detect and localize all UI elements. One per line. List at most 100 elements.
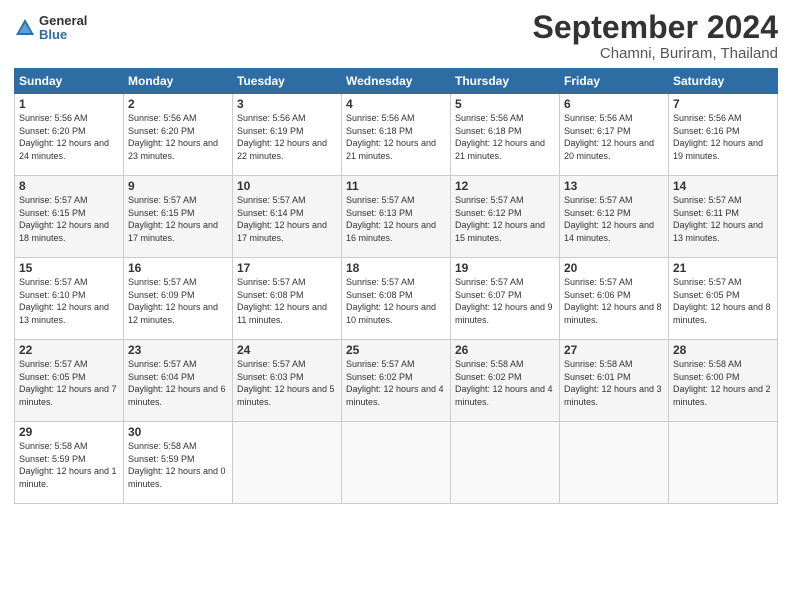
day-number: 25: [346, 343, 446, 357]
day-number: 4: [346, 97, 446, 111]
logo: General Blue: [14, 14, 87, 43]
day-info: Sunrise: 5:57 AMSunset: 6:04 PMDaylight:…: [128, 358, 228, 408]
calendar-cell: 4Sunrise: 5:56 AMSunset: 6:18 PMDaylight…: [342, 94, 451, 176]
day-info: Sunrise: 5:58 AMSunset: 5:59 PMDaylight:…: [19, 440, 119, 490]
calendar-cell: 12Sunrise: 5:57 AMSunset: 6:12 PMDayligh…: [451, 176, 560, 258]
calendar-cell: [560, 422, 669, 504]
calendar-week-5: 29Sunrise: 5:58 AMSunset: 5:59 PMDayligh…: [15, 422, 778, 504]
calendar-cell: 17Sunrise: 5:57 AMSunset: 6:08 PMDayligh…: [233, 258, 342, 340]
header-saturday: Saturday: [669, 69, 778, 94]
day-number: 2: [128, 97, 228, 111]
header-tuesday: Tuesday: [233, 69, 342, 94]
day-number: 9: [128, 179, 228, 193]
calendar-cell: 7Sunrise: 5:56 AMSunset: 6:16 PMDaylight…: [669, 94, 778, 176]
day-info: Sunrise: 5:57 AMSunset: 6:06 PMDaylight:…: [564, 276, 664, 326]
day-number: 21: [673, 261, 773, 275]
header-monday: Monday: [124, 69, 233, 94]
header-thursday: Thursday: [451, 69, 560, 94]
day-info: Sunrise: 5:57 AMSunset: 6:05 PMDaylight:…: [673, 276, 773, 326]
day-number: 13: [564, 179, 664, 193]
day-number: 20: [564, 261, 664, 275]
day-number: 15: [19, 261, 119, 275]
day-number: 16: [128, 261, 228, 275]
day-number: 5: [455, 97, 555, 111]
day-info: Sunrise: 5:57 AMSunset: 6:11 PMDaylight:…: [673, 194, 773, 244]
day-info: Sunrise: 5:57 AMSunset: 6:12 PMDaylight:…: [455, 194, 555, 244]
logo-icon: [14, 17, 36, 39]
day-info: Sunrise: 5:56 AMSunset: 6:18 PMDaylight:…: [455, 112, 555, 162]
calendar-cell: 21Sunrise: 5:57 AMSunset: 6:05 PMDayligh…: [669, 258, 778, 340]
calendar-cell: 16Sunrise: 5:57 AMSunset: 6:09 PMDayligh…: [124, 258, 233, 340]
day-number: 22: [19, 343, 119, 357]
day-number: 10: [237, 179, 337, 193]
calendar-cell: 15Sunrise: 5:57 AMSunset: 6:10 PMDayligh…: [15, 258, 124, 340]
day-info: Sunrise: 5:57 AMSunset: 6:12 PMDaylight:…: [564, 194, 664, 244]
day-info: Sunrise: 5:58 AMSunset: 6:01 PMDaylight:…: [564, 358, 664, 408]
main-container: General Blue September 2024 Chamni, Buri…: [0, 0, 792, 510]
calendar-cell: 25Sunrise: 5:57 AMSunset: 6:02 PMDayligh…: [342, 340, 451, 422]
day-number: 19: [455, 261, 555, 275]
calendar-cell: 30Sunrise: 5:58 AMSunset: 5:59 PMDayligh…: [124, 422, 233, 504]
calendar-cell: 6Sunrise: 5:56 AMSunset: 6:17 PMDaylight…: [560, 94, 669, 176]
calendar-cell: 5Sunrise: 5:56 AMSunset: 6:18 PMDaylight…: [451, 94, 560, 176]
calendar-cell: 1Sunrise: 5:56 AMSunset: 6:20 PMDaylight…: [15, 94, 124, 176]
day-info: Sunrise: 5:57 AMSunset: 6:08 PMDaylight:…: [237, 276, 337, 326]
header-wednesday: Wednesday: [342, 69, 451, 94]
calendar-cell: [451, 422, 560, 504]
calendar-cell: 22Sunrise: 5:57 AMSunset: 6:05 PMDayligh…: [15, 340, 124, 422]
day-number: 3: [237, 97, 337, 111]
calendar-cell: 26Sunrise: 5:58 AMSunset: 6:02 PMDayligh…: [451, 340, 560, 422]
day-number: 11: [346, 179, 446, 193]
header-row: Sunday Monday Tuesday Wednesday Thursday…: [15, 69, 778, 94]
calendar-cell: 23Sunrise: 5:57 AMSunset: 6:04 PMDayligh…: [124, 340, 233, 422]
calendar-week-4: 22Sunrise: 5:57 AMSunset: 6:05 PMDayligh…: [15, 340, 778, 422]
calendar-cell: 28Sunrise: 5:58 AMSunset: 6:00 PMDayligh…: [669, 340, 778, 422]
day-number: 27: [564, 343, 664, 357]
calendar-week-2: 8Sunrise: 5:57 AMSunset: 6:15 PMDaylight…: [15, 176, 778, 258]
day-number: 6: [564, 97, 664, 111]
month-title: September 2024: [533, 10, 778, 45]
day-info: Sunrise: 5:57 AMSunset: 6:10 PMDaylight:…: [19, 276, 119, 326]
calendar-cell: 2Sunrise: 5:56 AMSunset: 6:20 PMDaylight…: [124, 94, 233, 176]
day-info: Sunrise: 5:56 AMSunset: 6:18 PMDaylight:…: [346, 112, 446, 162]
day-number: 28: [673, 343, 773, 357]
day-info: Sunrise: 5:57 AMSunset: 6:15 PMDaylight:…: [128, 194, 228, 244]
calendar-cell: 20Sunrise: 5:57 AMSunset: 6:06 PMDayligh…: [560, 258, 669, 340]
day-info: Sunrise: 5:57 AMSunset: 6:13 PMDaylight:…: [346, 194, 446, 244]
day-number: 14: [673, 179, 773, 193]
day-info: Sunrise: 5:56 AMSunset: 6:16 PMDaylight:…: [673, 112, 773, 162]
day-info: Sunrise: 5:58 AMSunset: 6:00 PMDaylight:…: [673, 358, 773, 408]
day-info: Sunrise: 5:57 AMSunset: 6:02 PMDaylight:…: [346, 358, 446, 408]
header-sunday: Sunday: [15, 69, 124, 94]
day-number: 30: [128, 425, 228, 439]
title-area: September 2024 Chamni, Buriram, Thailand: [533, 10, 778, 62]
header-friday: Friday: [560, 69, 669, 94]
calendar-cell: 3Sunrise: 5:56 AMSunset: 6:19 PMDaylight…: [233, 94, 342, 176]
calendar-cell: [233, 422, 342, 504]
day-number: 8: [19, 179, 119, 193]
day-info: Sunrise: 5:57 AMSunset: 6:09 PMDaylight:…: [128, 276, 228, 326]
day-number: 17: [237, 261, 337, 275]
calendar-week-1: 1Sunrise: 5:56 AMSunset: 6:20 PMDaylight…: [15, 94, 778, 176]
calendar-week-3: 15Sunrise: 5:57 AMSunset: 6:10 PMDayligh…: [15, 258, 778, 340]
logo-blue: Blue: [39, 28, 87, 42]
day-info: Sunrise: 5:57 AMSunset: 6:15 PMDaylight:…: [19, 194, 119, 244]
day-number: 12: [455, 179, 555, 193]
calendar-cell: 13Sunrise: 5:57 AMSunset: 6:12 PMDayligh…: [560, 176, 669, 258]
day-info: Sunrise: 5:57 AMSunset: 6:14 PMDaylight:…: [237, 194, 337, 244]
day-number: 26: [455, 343, 555, 357]
calendar-cell: 27Sunrise: 5:58 AMSunset: 6:01 PMDayligh…: [560, 340, 669, 422]
day-info: Sunrise: 5:56 AMSunset: 6:20 PMDaylight:…: [128, 112, 228, 162]
calendar-cell: 29Sunrise: 5:58 AMSunset: 5:59 PMDayligh…: [15, 422, 124, 504]
day-number: 1: [19, 97, 119, 111]
day-number: 7: [673, 97, 773, 111]
day-number: 23: [128, 343, 228, 357]
header: General Blue September 2024 Chamni, Buri…: [14, 10, 778, 62]
logo-general: General: [39, 14, 87, 28]
day-info: Sunrise: 5:57 AMSunset: 6:08 PMDaylight:…: [346, 276, 446, 326]
day-info: Sunrise: 5:56 AMSunset: 6:20 PMDaylight:…: [19, 112, 119, 162]
calendar-cell: 9Sunrise: 5:57 AMSunset: 6:15 PMDaylight…: [124, 176, 233, 258]
calendar-cell: 11Sunrise: 5:57 AMSunset: 6:13 PMDayligh…: [342, 176, 451, 258]
calendar-table: Sunday Monday Tuesday Wednesday Thursday…: [14, 68, 778, 504]
calendar-cell: 24Sunrise: 5:57 AMSunset: 6:03 PMDayligh…: [233, 340, 342, 422]
